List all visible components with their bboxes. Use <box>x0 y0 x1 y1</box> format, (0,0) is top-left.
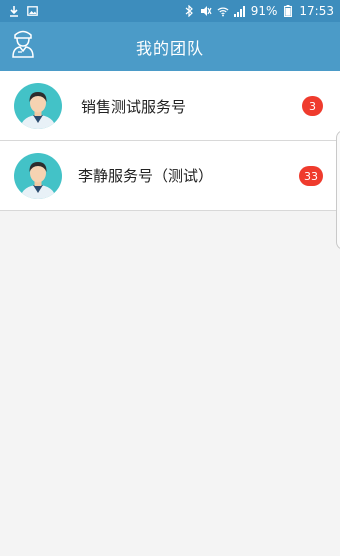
unread-badge: 33 <box>299 166 323 186</box>
list-item[interactable]: 销售测试服务号 3 <box>0 71 340 141</box>
avatar <box>14 83 62 129</box>
app-bar: 我的团队 <box>0 22 340 71</box>
avatar <box>14 153 62 199</box>
list-item[interactable]: 李静服务号（测试） 33 <box>0 141 340 211</box>
signal-icon <box>233 5 246 17</box>
battery-icon <box>282 5 294 17</box>
contact-name: 销售测试服务号 <box>81 98 187 116</box>
user-profile-icon <box>11 30 35 62</box>
image-icon <box>26 5 38 17</box>
status-right: 91% 17:53 <box>183 4 334 18</box>
wifi-icon <box>217 5 229 17</box>
team-list: 销售测试服务号 3 李静服务号（测试） 33 <box>0 71 340 211</box>
status-time: 17:53 <box>299 4 334 18</box>
contact-name: 李静服务号（测试） <box>78 167 214 185</box>
person-avatar-icon <box>21 162 55 199</box>
status-bar: 91% 17:53 <box>0 0 340 22</box>
edge-panel-handle[interactable] <box>336 130 340 250</box>
bluetooth-icon <box>183 5 195 17</box>
download-icon <box>8 5 20 17</box>
status-left <box>8 5 38 17</box>
page-title: 我的团队 <box>135 38 204 58</box>
profile-button[interactable] <box>10 30 36 62</box>
unread-badge: 3 <box>302 96 323 116</box>
battery-percent: 91% <box>250 4 278 18</box>
mute-icon <box>200 5 212 17</box>
person-avatar-icon <box>21 92 55 129</box>
